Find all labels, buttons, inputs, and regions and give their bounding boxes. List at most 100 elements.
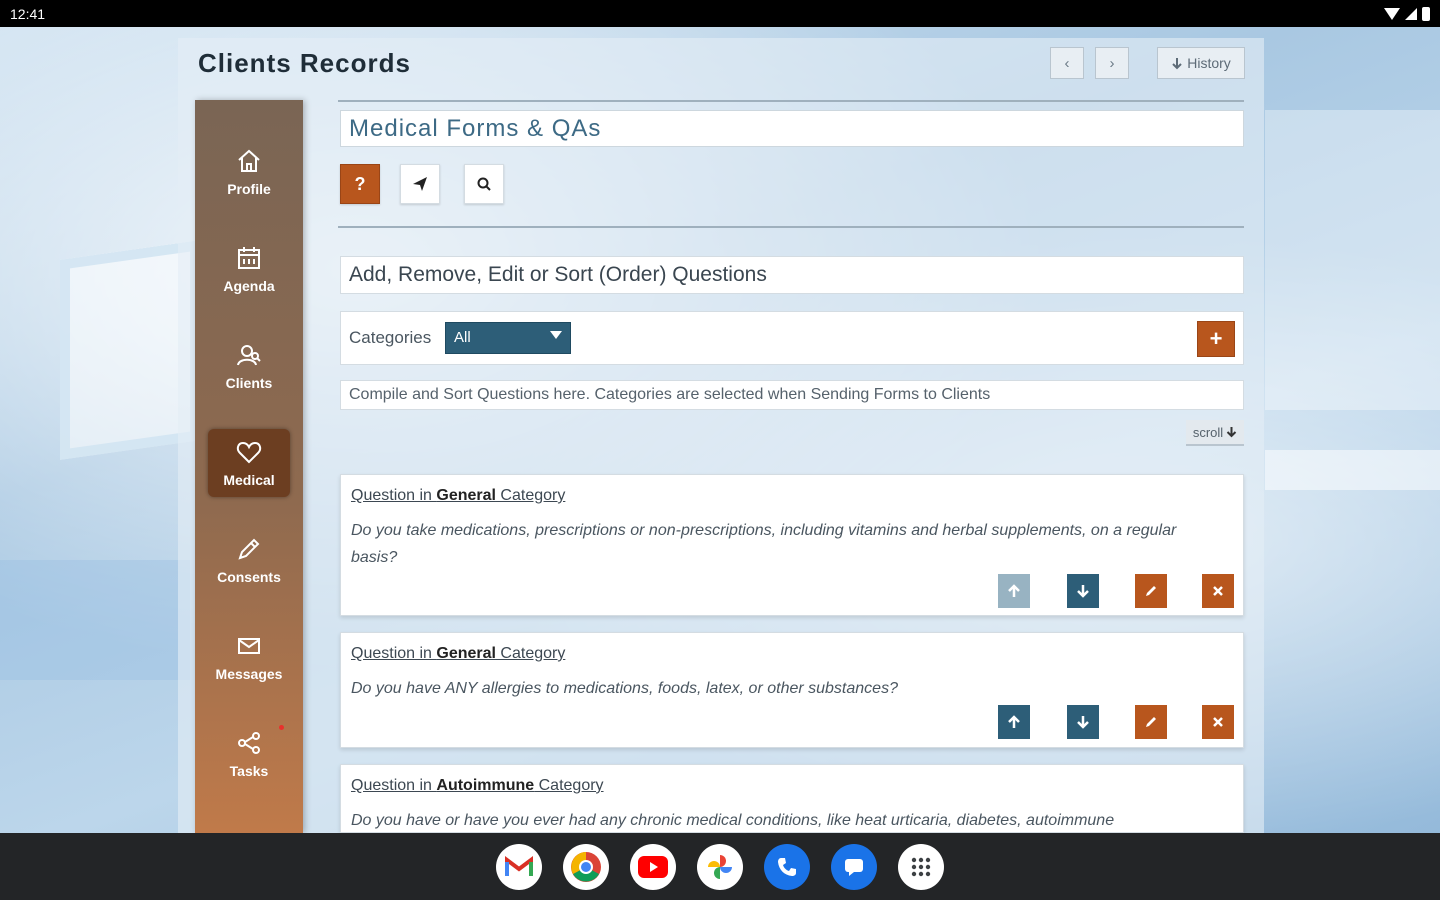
move-up-button[interactable] (998, 574, 1030, 608)
move-down-button[interactable] (1067, 705, 1099, 739)
sidebar-item-tasks[interactable]: Tasks (208, 720, 290, 788)
home-icon (238, 149, 260, 172)
move-down-button[interactable] (1067, 574, 1099, 608)
sidebar: Profile Agenda Clients Medical Consents … (195, 100, 303, 833)
question-prefix: Question in (351, 487, 437, 504)
share-icon (238, 732, 260, 754)
status-icons (1384, 6, 1430, 21)
sidebar-item-label: Messages (215, 666, 283, 682)
send-button[interactable] (400, 164, 440, 204)
sidebar-item-messages[interactable]: Messages (208, 623, 290, 691)
phone-icon[interactable] (764, 843, 810, 890)
prev-button[interactable]: ‹ (1050, 47, 1084, 79)
arrow-down-icon (1077, 716, 1089, 729)
person-search-icon (237, 345, 261, 366)
question-category: General (436, 645, 496, 662)
arrow-down-icon (1077, 585, 1089, 598)
add-question-button[interactable]: + (1197, 321, 1235, 357)
edit-button[interactable] (1135, 705, 1167, 739)
question-suffix: Category (534, 777, 604, 794)
question-prefix: Question in (351, 645, 437, 662)
help-button[interactable]: ? (340, 164, 380, 204)
question-category: Autoimmune (436, 777, 535, 794)
questions-subtitle: Add, Remove, Edit or Sort (Order) Questi… (340, 256, 1244, 294)
arrow-down-icon (1172, 57, 1182, 69)
background-floor-shape (0, 560, 190, 680)
question-suffix: Category (495, 645, 566, 662)
arrow-up-icon (1008, 584, 1020, 597)
sidebar-item-clients[interactable]: Clients (208, 332, 290, 400)
main-panel: Clients Records ‹ › History Profile Agen… (178, 38, 1264, 833)
title-divider (338, 100, 1244, 102)
heart-icon (236, 441, 262, 464)
question-prefix: Question in (351, 777, 437, 794)
next-button[interactable]: › (1095, 47, 1129, 79)
pencil-icon (1146, 717, 1156, 727)
question-heading[interactable]: Question in General Category (351, 487, 565, 505)
notification-dot (279, 725, 284, 730)
sidebar-item-label: Tasks (229, 763, 269, 779)
categories-bar: Categories All + (340, 311, 1244, 365)
close-icon (1213, 586, 1223, 596)
delete-button[interactable] (1202, 705, 1234, 739)
youtube-icon[interactable] (630, 843, 676, 890)
question-card: Question in General Category Do you have… (340, 632, 1244, 748)
page-title: Clients Records (198, 48, 411, 78)
sidebar-item-label: Consents (217, 569, 281, 585)
question-text: Do you take medications, prescriptions o… (351, 522, 1177, 566)
photos-icon[interactable] (697, 843, 743, 890)
send-icon (413, 177, 427, 191)
apps-grid-icon[interactable] (898, 843, 944, 890)
signal-icon (1405, 7, 1417, 20)
pencil-icon (238, 538, 260, 560)
status-time: 12:41 (10, 5, 46, 22)
section-divider (338, 226, 1244, 228)
chevron-down-icon (550, 331, 562, 339)
edit-button[interactable] (1135, 574, 1167, 608)
wifi-icon (1384, 7, 1400, 20)
question-heading[interactable]: Question in General Category (351, 645, 565, 663)
sidebar-item-agenda[interactable]: Agenda (208, 235, 290, 303)
battery-icon (1422, 6, 1430, 21)
sidebar-item-label: Profile (227, 181, 271, 197)
section-title: Medical Forms & QAs (340, 110, 1244, 147)
question-heading[interactable]: Question in Autoimmune Category (351, 777, 604, 795)
arrow-down-icon (1226, 427, 1237, 438)
sidebar-item-label: Clients (225, 375, 273, 391)
category-select[interactable]: All (445, 322, 571, 354)
question-card: Question in General Category Do you take… (340, 474, 1244, 616)
close-icon (1213, 717, 1223, 727)
sidebar-item-label: Medical (223, 472, 275, 488)
scroll-button[interactable]: scroll (1186, 420, 1244, 446)
hint-text: Compile and Sort Questions here. Categor… (340, 380, 1244, 410)
sidebar-item-medical[interactable]: Medical (208, 429, 290, 497)
mail-icon (238, 638, 260, 654)
search-button[interactable] (464, 164, 504, 204)
category-selected-value: All (454, 329, 471, 346)
question-text: Do you have or have you ever had any chr… (351, 812, 1115, 829)
search-icon (477, 177, 491, 191)
question-card: Question in Autoimmune Category Do you h… (340, 764, 1244, 833)
history-button[interactable]: History (1157, 47, 1245, 79)
history-label: History (1187, 55, 1231, 71)
gmail-icon[interactable] (496, 843, 542, 890)
question-text: Do you have ANY allergies to medications… (351, 680, 898, 697)
delete-button[interactable] (1202, 574, 1234, 608)
scroll-label: scroll (1192, 424, 1224, 440)
sidebar-item-label: Agenda (223, 278, 275, 294)
taskbar (0, 833, 1440, 900)
question-suffix: Category (495, 487, 566, 504)
background-wall-shape (1265, 110, 1440, 410)
status-bar: 12:41 (0, 0, 1440, 27)
chrome-icon[interactable] (563, 843, 609, 890)
pencil-icon (1146, 586, 1156, 596)
sidebar-item-profile[interactable]: Profile (208, 138, 290, 206)
arrow-up-icon (1008, 715, 1020, 728)
calendar-icon (238, 247, 260, 269)
categories-label: Categories (349, 328, 432, 347)
question-category: General (436, 487, 496, 504)
background-beam-shape (1265, 450, 1440, 490)
messages-icon[interactable] (831, 843, 877, 890)
sidebar-item-consents[interactable]: Consents (208, 526, 290, 594)
move-up-button[interactable] (998, 705, 1030, 739)
